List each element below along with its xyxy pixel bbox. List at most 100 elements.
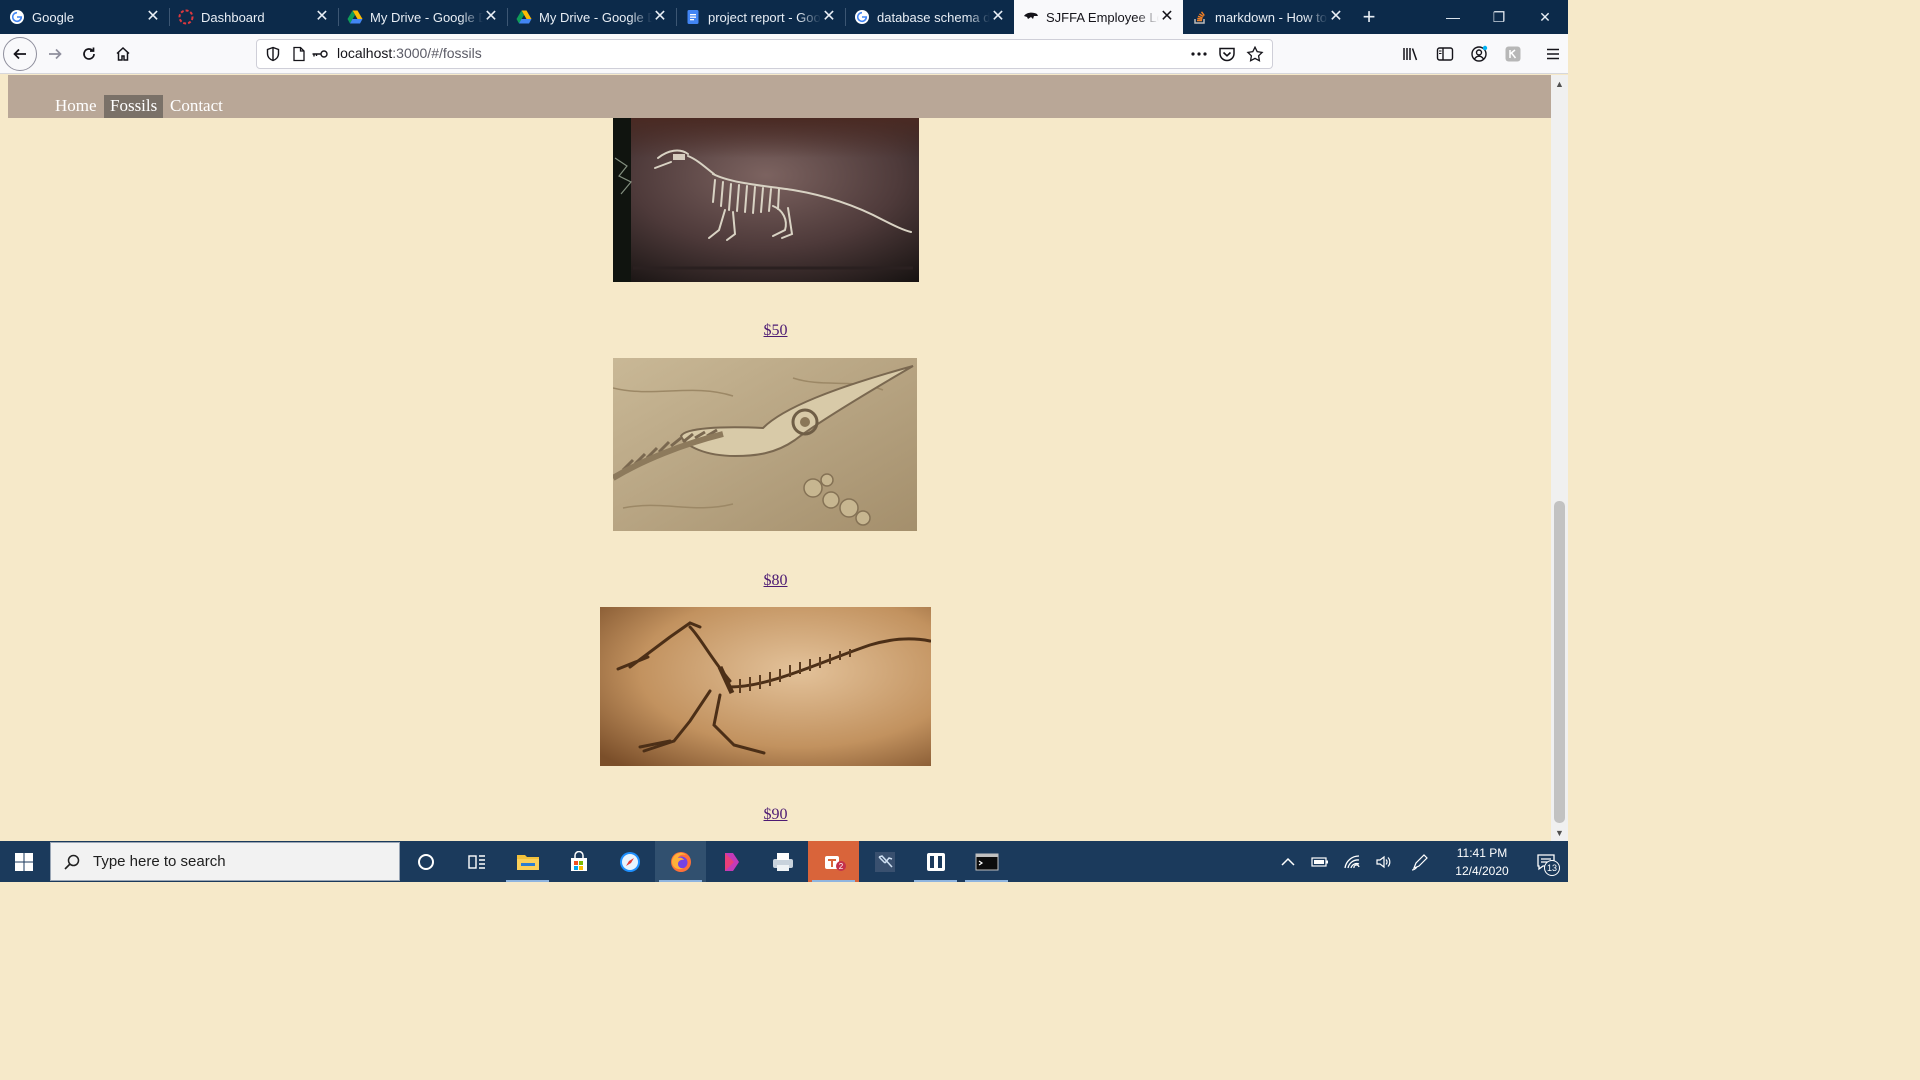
- fossil-archaeopteryx-image: [600, 607, 931, 766]
- url-actions: [1190, 46, 1264, 62]
- sourcetree-icon[interactable]: [910, 841, 961, 882]
- scroll-up-icon[interactable]: ▲: [1551, 75, 1568, 92]
- more-actions-icon[interactable]: [1190, 46, 1208, 62]
- notification-count-badge: 13: [1544, 860, 1560, 876]
- visual-studio-icon[interactable]: [859, 841, 910, 882]
- tab-markdown[interactable]: markdown - How to ✕: [1183, 0, 1352, 34]
- tab-my-drive[interactable]: My Drive - Google Drive ✕: [338, 0, 507, 34]
- site-navigation: Home Fossils Contact: [8, 75, 1551, 118]
- browser-tab-strip: Google ✕ Dashboard ✕ My Drive - Google D…: [0, 0, 1568, 34]
- google-icon: [9, 9, 25, 25]
- tab-sjffa-employee-login[interactable]: SJFFA Employee Login ✕: [1014, 0, 1183, 34]
- clock-date: 12/4/2020: [1455, 863, 1509, 878]
- new-tab-button[interactable]: +: [1352, 0, 1386, 34]
- close-window-button[interactable]: ✕: [1522, 0, 1568, 34]
- menu-icon[interactable]: [1537, 38, 1569, 70]
- tab-title: markdown - How to: [1215, 9, 1327, 25]
- tab-google[interactable]: Google ✕: [0, 0, 169, 34]
- terminal-icon[interactable]: [961, 841, 1012, 882]
- back-button[interactable]: [3, 36, 37, 71]
- svg-text:2: 2: [838, 862, 843, 871]
- action-center-button[interactable]: 13: [1524, 841, 1568, 882]
- account-icon[interactable]: [1463, 38, 1495, 70]
- navigation-toolbar: localhost:3000/#/fossils: [0, 34, 1568, 74]
- library-icon[interactable]: [1395, 38, 1427, 70]
- tab-database-schema[interactable]: database schema diagram ✕: [845, 0, 1014, 34]
- dashboard-icon: [178, 9, 194, 25]
- google-docs-icon: [685, 9, 701, 25]
- nav-link-home[interactable]: Home: [49, 95, 103, 118]
- reload-icon: [83, 47, 95, 60]
- teams-icon[interactable]: 2: [808, 841, 859, 882]
- minimize-button[interactable]: —: [1430, 0, 1476, 34]
- bookmark-star-icon[interactable]: [1246, 46, 1264, 62]
- scroll-down-icon[interactable]: ▼: [1551, 824, 1568, 841]
- close-icon[interactable]: ✕: [1159, 9, 1175, 25]
- close-icon[interactable]: ✕: [483, 9, 499, 25]
- tab-my-drive[interactable]: My Drive - Google Drive ✕: [507, 0, 676, 34]
- key-icon[interactable]: [311, 46, 329, 62]
- taskbar-search-box[interactable]: Type here to search: [50, 842, 400, 881]
- close-icon[interactable]: ✕: [1328, 9, 1344, 25]
- task-view-icon[interactable]: [451, 841, 502, 882]
- arrow-left-icon: [13, 48, 26, 59]
- shield-icon: [266, 46, 280, 62]
- address-bar[interactable]: localhost:3000/#/fossils: [256, 39, 1273, 69]
- volume-icon[interactable]: [1368, 841, 1400, 882]
- close-icon[interactable]: ✕: [652, 9, 668, 25]
- reload-button[interactable]: [73, 38, 105, 70]
- system-tray: 11:41 PM 12/4/2020 13: [1272, 841, 1568, 882]
- forward-button[interactable]: [39, 38, 71, 70]
- google-drive-icon: [347, 9, 363, 25]
- show-hidden-icons-chevron-up-icon[interactable]: [1272, 841, 1304, 882]
- google-icon: [854, 9, 870, 25]
- fossil-price-link[interactable]: $80: [0, 572, 1551, 590]
- tab-dashboard[interactable]: Dashboard ✕: [169, 0, 338, 34]
- tab-title: project report - Google Docs: [708, 9, 821, 25]
- tab-title: My Drive - Google Drive: [370, 9, 483, 25]
- powerapps-icon[interactable]: [706, 841, 757, 882]
- url-host: localhost: [337, 45, 393, 61]
- start-button[interactable]: [0, 841, 48, 882]
- fossil-skeleton-image: [613, 118, 919, 282]
- file-explorer-icon[interactable]: [502, 841, 553, 882]
- page-icon: [293, 46, 305, 62]
- pen-ink-icon[interactable]: [1400, 841, 1440, 882]
- safari-icon[interactable]: [604, 841, 655, 882]
- home-button[interactable]: [107, 38, 139, 70]
- tab-title: SJFFA Employee Login: [1046, 9, 1159, 25]
- restore-button[interactable]: ❐: [1476, 0, 1522, 34]
- store-icon[interactable]: [553, 841, 604, 882]
- fossil-price-link[interactable]: $50: [0, 322, 1551, 340]
- page-scrollbar[interactable]: ▲ ▼: [1551, 75, 1568, 841]
- tab-project-report[interactable]: project report - Google Docs ✕: [676, 0, 845, 34]
- sidebar-icon[interactable]: [1429, 38, 1461, 70]
- url-text: localhost:3000/#/fossils: [337, 45, 482, 63]
- close-icon[interactable]: ✕: [314, 9, 330, 25]
- taskbar-clock[interactable]: 11:41 PM 12/4/2020: [1440, 844, 1524, 880]
- close-icon[interactable]: ✕: [145, 9, 161, 25]
- nav-link-contact[interactable]: Contact: [164, 95, 229, 118]
- search-placeholder: Type here to search: [93, 853, 226, 870]
- firefox-icon[interactable]: [655, 841, 706, 882]
- clock-time: 11:41 PM: [1456, 845, 1508, 860]
- url-path: :3000/#/fossils: [392, 45, 482, 61]
- stackoverflow-icon: [1192, 9, 1208, 25]
- cortana-icon[interactable]: [400, 841, 451, 882]
- google-drive-icon: [516, 9, 532, 25]
- extension-icon[interactable]: [1497, 38, 1529, 70]
- tab-title: Dashboard: [201, 9, 265, 25]
- page-viewport: Home Fossils Contact $50 $80 $90: [0, 75, 1551, 841]
- wifi-icon[interactable]: [1336, 841, 1368, 882]
- battery-icon[interactable]: [1304, 841, 1336, 882]
- close-icon[interactable]: ✕: [990, 9, 1006, 25]
- fossil-price-link[interactable]: $90: [0, 806, 1551, 824]
- pocket-icon[interactable]: [1218, 46, 1236, 62]
- windows-taskbar: Type here to search 2 11:41 PM 12/4/2020…: [0, 841, 1568, 882]
- printer-icon[interactable]: [757, 841, 808, 882]
- tab-title: database schema diagram: [877, 9, 990, 25]
- windows-logo-icon: [15, 852, 33, 871]
- scroll-thumb[interactable]: [1554, 501, 1565, 823]
- close-icon[interactable]: ✕: [821, 9, 837, 25]
- nav-link-fossils[interactable]: Fossils: [104, 95, 164, 118]
